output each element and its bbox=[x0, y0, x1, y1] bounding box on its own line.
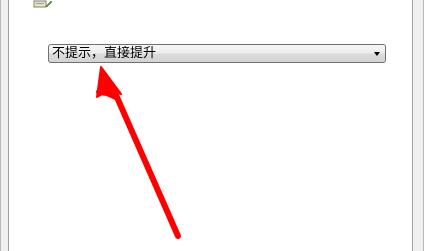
left-window-border bbox=[0, 0, 11, 251]
chevron-down-icon[interactable] bbox=[372, 49, 382, 59]
dropdown-selected-value: 不提示，直接提升 bbox=[52, 46, 157, 61]
elevation-prompt-dropdown[interactable]: 不提示，直接提升 bbox=[48, 44, 386, 63]
config-icon bbox=[33, 0, 53, 8]
right-window-border bbox=[410, 0, 426, 251]
settings-panel: 不提示，直接提升 bbox=[0, 0, 426, 251]
red-arrow-icon bbox=[96, 66, 181, 239]
